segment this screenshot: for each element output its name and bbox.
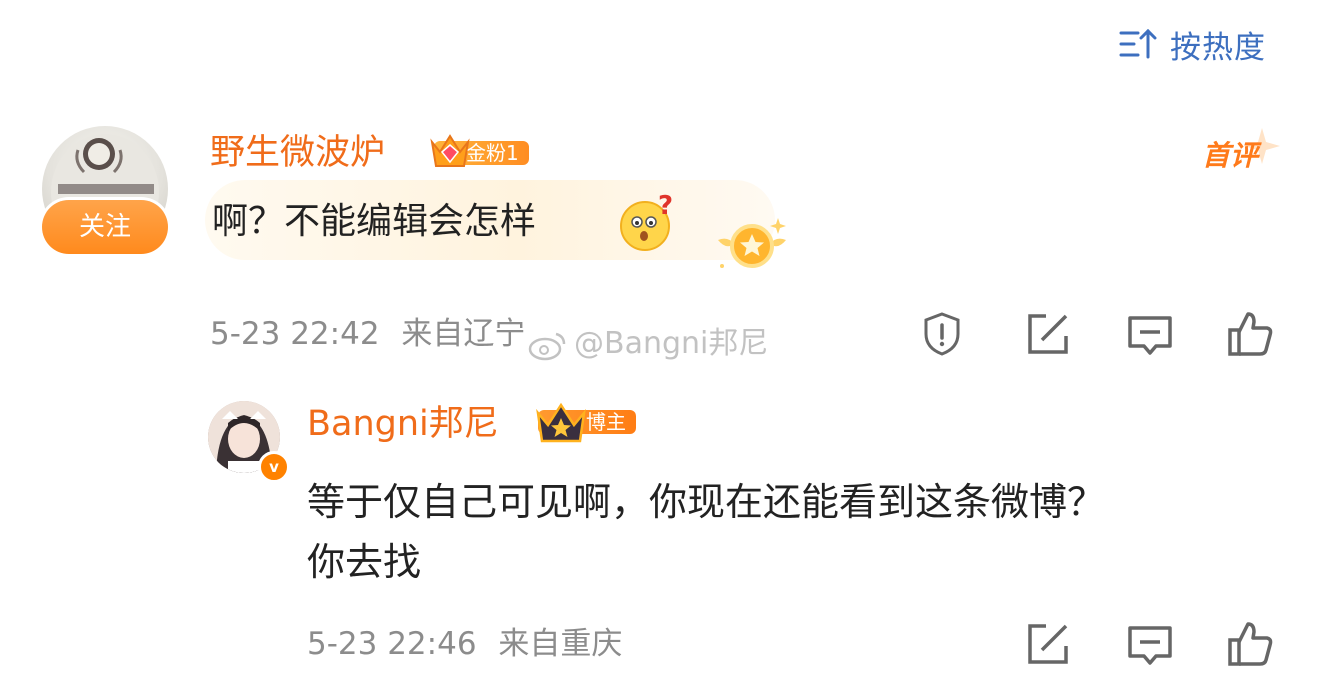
reply-text-line2: 你去找 <box>307 540 422 584</box>
first-comment-label: 首评 <box>1202 139 1259 172</box>
share-icon <box>1028 624 1068 664</box>
comment-time: 5-23 22:42 <box>210 316 380 352</box>
comment-meta: 5-23 22:42 来自辽宁 <box>210 314 525 354</box>
reply-text-line1: 等于仅自己可见啊，你现在还能看到这条微博？ <box>307 480 1106 524</box>
thumbs-up-icon <box>1228 622 1273 666</box>
comment-icon <box>1128 626 1172 665</box>
reply-like-button[interactable] <box>1226 620 1274 668</box>
reply-button[interactable] <box>1126 310 1174 358</box>
reply-text: 等于仅自己可见啊，你现在还能看到这条微博？ 你去找 <box>307 472 1267 592</box>
blogger-badge: 博主 <box>536 402 636 443</box>
reply-meta: 5-23 22:46 来自重庆 <box>307 624 622 664</box>
star-medal-icon <box>712 214 792 276</box>
first-comment-tag: 首评 <box>1200 124 1282 176</box>
weibo-logo-icon <box>528 332 566 360</box>
sort-label: 按热度 <box>1170 29 1266 66</box>
reply-repost-button[interactable] <box>1024 620 1072 668</box>
commenter-name[interactable]: 野生微波炉 <box>210 132 385 174</box>
share-icon <box>1028 314 1068 354</box>
repost-button[interactable] <box>1024 310 1072 358</box>
sort-by-hot-button[interactable]: 按热度 <box>1118 22 1266 66</box>
comment-icon <box>1128 316 1172 355</box>
verified-badge-icon: v <box>258 451 290 483</box>
crown-icon <box>536 402 586 443</box>
blogger-name[interactable]: Bangni邦尼 <box>307 403 499 445</box>
shield-warning-icon <box>924 312 960 356</box>
reply-comment-button[interactable] <box>1126 620 1174 668</box>
watermark: @Bangni邦尼 <box>528 324 768 364</box>
report-button[interactable] <box>918 310 966 358</box>
crown-gem-icon <box>430 134 470 167</box>
reply-location: 来自重庆 <box>498 626 623 662</box>
fan-level-badge: 金粉1 <box>430 134 529 170</box>
like-button[interactable] <box>1226 310 1274 358</box>
thumbs-up-icon <box>1228 312 1273 356</box>
comment-text: 啊？不能编辑会怎样 <box>212 201 537 242</box>
confused-emoji-icon: ? <box>618 191 678 254</box>
reply-time: 5-23 22:46 <box>307 626 477 662</box>
watermark-text: @Bangni邦尼 <box>574 326 769 361</box>
comment-location: 来自辽宁 <box>401 316 526 352</box>
svg-text:?: ? <box>658 194 673 221</box>
follow-button[interactable]: 关注 <box>42 200 168 254</box>
sort-icon <box>1119 28 1157 59</box>
